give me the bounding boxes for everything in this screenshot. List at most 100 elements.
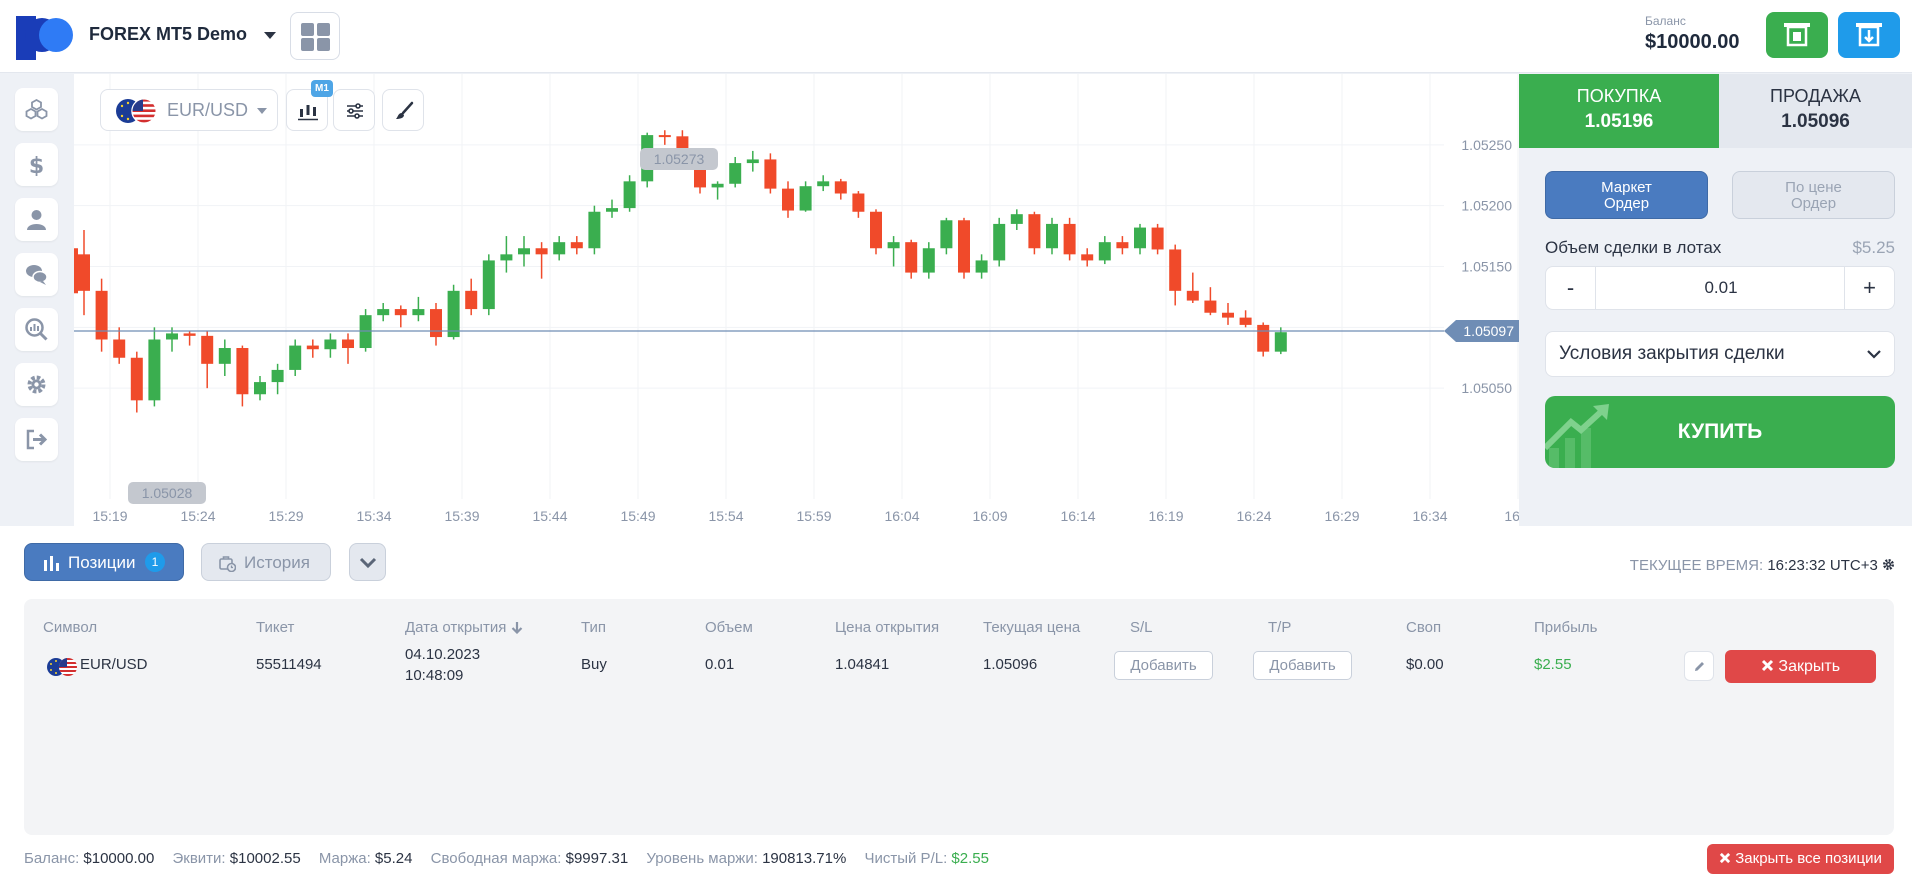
withdraw-icon [1856, 23, 1882, 47]
market-order-label-1: Маркет [1601, 179, 1652, 196]
candle-body [711, 183, 724, 188]
buy-tab[interactable]: ПОКУПКА 1.05196 [1519, 74, 1719, 148]
volume-input[interactable]: 0.01 [1596, 267, 1846, 309]
collapse-panel-button[interactable] [349, 543, 386, 581]
apps-grid-button[interactable] [290, 12, 340, 60]
buy-button[interactable]: КУПИТЬ [1545, 396, 1895, 468]
candle-body [1046, 223, 1058, 249]
logout-icon [26, 429, 48, 450]
sidebar-item-analytics[interactable] [15, 308, 58, 351]
stat-margin-label: Маржа: [318, 850, 371, 867]
candle-body [306, 345, 319, 350]
col-current-price: Текущая цена [983, 619, 1081, 636]
row-current-price: 1.05096 [983, 656, 1038, 673]
close-conditions-dropdown[interactable]: Условия закрытия сделки [1545, 331, 1895, 377]
row-profit: $2.55 [1534, 656, 1572, 673]
candle-body [782, 188, 794, 211]
account-name[interactable]: FOREX MT5 Demo [89, 24, 247, 45]
candle-body [500, 254, 513, 261]
indicators-button[interactable] [333, 89, 375, 131]
candle-body [887, 242, 900, 249]
edit-position-button[interactable] [1684, 651, 1714, 681]
candle-body [254, 382, 266, 395]
add-tp-button[interactable]: Добавить [1253, 651, 1352, 680]
x-tick-label: 15:59 [796, 508, 831, 524]
sidebar-item-logout[interactable] [15, 418, 58, 461]
market-order-button[interactable]: Маркет Ордер [1545, 171, 1708, 219]
candle-body [1063, 223, 1076, 255]
sidebar-item-finance[interactable]: $ [15, 143, 58, 186]
account-dropdown-icon[interactable] [264, 32, 276, 39]
limit-order-button[interactable]: По цене Ордер [1732, 171, 1895, 219]
gear-icon[interactable] [1882, 558, 1895, 571]
instrument-selector[interactable]: EUR/USD [100, 89, 278, 131]
tab-positions-label: Позиции [68, 553, 136, 572]
row-symbol: EUR/USD [80, 656, 148, 673]
candle-body [377, 309, 390, 316]
candle-body [658, 135, 671, 138]
candle-body [518, 248, 530, 255]
stat-equity-value: $10002.55 [229, 850, 301, 867]
candle-body [430, 309, 442, 338]
sidebar-item-chat[interactable] [15, 253, 58, 296]
stat-margin-value: $5.24 [374, 850, 413, 867]
candle-body [271, 369, 284, 383]
y-tick-label: 1.05050 [1461, 380, 1512, 396]
stat-free-margin: Свободная маржа: $9997.31 [431, 850, 629, 867]
sidebar-item-instruments[interactable] [15, 88, 58, 131]
candle-body [324, 339, 337, 350]
sidebar-item-profile[interactable] [15, 198, 58, 241]
col-volume: Объем [705, 619, 753, 636]
candle-body [113, 339, 126, 358]
candle-body [394, 309, 407, 316]
user-icon [27, 210, 46, 230]
sidebar-item-settings[interactable] [15, 363, 58, 406]
x-tick-label: 16:24 [1236, 508, 1271, 524]
market-order-label-2: Ордер [1603, 195, 1650, 212]
col-open-price: Цена открытия [835, 619, 940, 636]
volume-decrease-button[interactable]: - [1546, 267, 1596, 309]
candle-body [359, 315, 372, 349]
instrument-label: EUR/USD [167, 100, 249, 120]
col-sl: S/L [1130, 619, 1153, 636]
x-tick-label: 16:3 [1504, 508, 1519, 524]
candlestick-chart[interactable]: 1.052501.052001.051501.051001.050501.050… [74, 74, 1519, 526]
volume-increase-button[interactable]: + [1844, 267, 1894, 309]
stat-margin: Маржа: $5.24 [319, 850, 413, 867]
x-tick-label: 16:19 [1148, 508, 1183, 524]
deposit-button[interactable] [1766, 12, 1828, 58]
sell-tab[interactable]: ПРОДАЖА 1.05096 [1719, 74, 1912, 148]
x-tick-label: 15:44 [532, 508, 567, 524]
close-all-positions-button[interactable]: Закрыть все позиции [1707, 844, 1894, 874]
logo-icon[interactable] [16, 16, 76, 60]
low-marker-label: 1.05028 [142, 485, 193, 501]
candle-body [130, 357, 143, 401]
withdraw-button[interactable] [1838, 12, 1900, 58]
stat-margin-level-label: Уровень маржи: [646, 850, 758, 867]
price-chart[interactable]: 1.052501.052001.051501.051001.050501.050… [74, 74, 1519, 526]
add-sl-button[interactable]: Добавить [1114, 651, 1213, 680]
candle-body [958, 220, 970, 273]
sell-tab-label: ПРОДАЖА [1770, 86, 1861, 106]
candle-body [834, 181, 847, 194]
row-ticket: 55511494 [256, 656, 322, 673]
eur-usd-flags-icon [47, 658, 77, 676]
drawing-tools-button[interactable] [382, 89, 424, 131]
header: FOREX MT5 Demo Баланс $10000.00 [0, 0, 1912, 73]
row-open-price: 1.04841 [835, 656, 890, 673]
timeframe-badge[interactable]: M1 [311, 80, 333, 97]
positions-panel: Позиции 1 История ТЕКУЩЕЕ ВРЕМЯ: 16:23:3… [0, 526, 1912, 875]
candle-body [535, 248, 548, 255]
candle-body [975, 260, 988, 273]
close-position-button[interactable]: Закрыть [1725, 650, 1876, 683]
chevron-down-icon [257, 108, 267, 114]
stat-balance-value: $10000.00 [83, 850, 155, 867]
stat-free-margin-label: Свободная маржа: [430, 850, 562, 867]
x-tick-label: 15:49 [620, 508, 655, 524]
sliders-icon [347, 103, 363, 119]
tab-positions[interactable]: Позиции 1 [24, 543, 184, 581]
col-open-date[interactable]: Дата открытия [405, 619, 523, 636]
pencil-icon [1695, 662, 1704, 671]
tab-history[interactable]: История [201, 543, 331, 581]
candle-body [1028, 214, 1041, 249]
